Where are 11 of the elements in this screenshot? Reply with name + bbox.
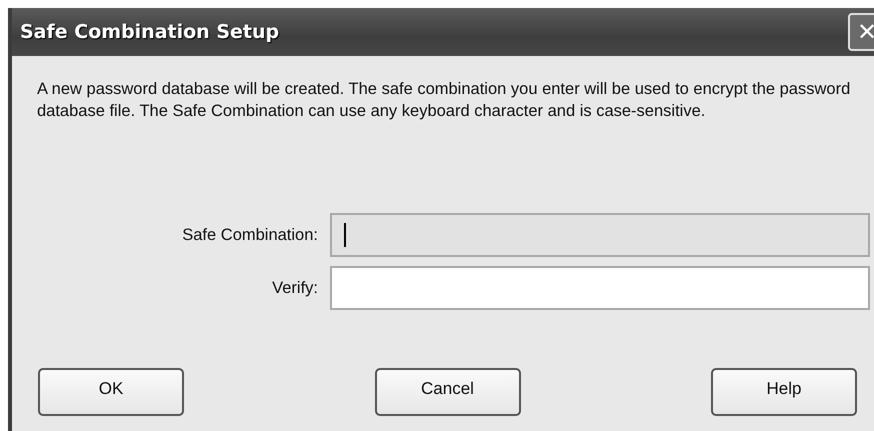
field-label: Safe Combination: [181, 226, 318, 244]
dialog-button[interactable]: Cancel [374, 368, 520, 416]
dialog-button[interactable]: OK [38, 368, 184, 416]
input-field[interactable] [330, 266, 870, 310]
description-text: A new password database will be created. The safe combination you enter will be used to encrypt the password database file. The Safe Combination can use any keyboard character and is case-sensitive. [37, 79, 852, 122]
input-field[interactable] [330, 213, 870, 257]
window-title: Safe Combination Setup [20, 21, 280, 43]
text-cursor [344, 223, 346, 247]
dialog-button[interactable]: Help [711, 368, 857, 416]
field-label: Verify: [271, 278, 318, 298]
close-button[interactable]: ✕ [848, 13, 874, 51]
